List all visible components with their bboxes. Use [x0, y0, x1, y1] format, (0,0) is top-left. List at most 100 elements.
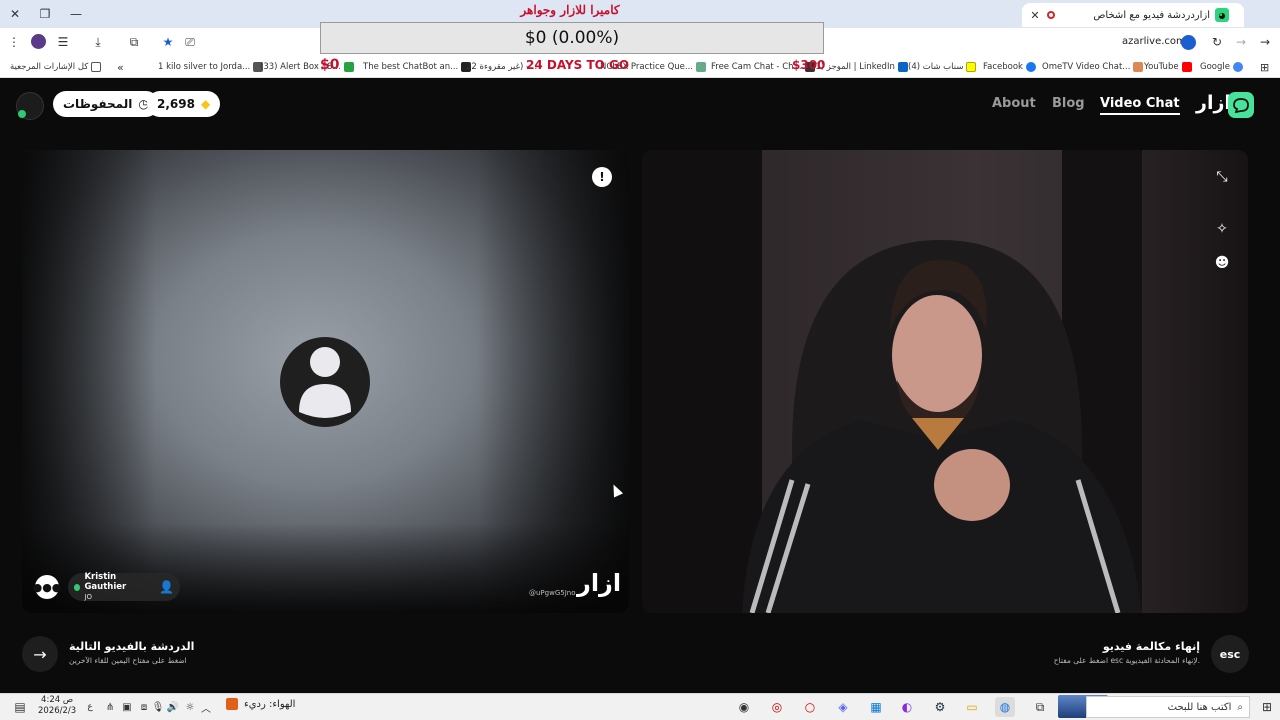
youtube-icon — [1181, 62, 1192, 72]
promo-progress-bar: $0 (0.00%) — [320, 22, 824, 54]
search-placeholder: اكتب هنا للبحث — [1167, 701, 1232, 713]
apps-grid-icon[interactable]: ⊞ — [1260, 58, 1269, 76]
site-info-icon[interactable] — [1181, 35, 1196, 50]
browser-tab-active[interactable]: ◕ أزاردردشة فيديو مع أشخاص ✕ — [1022, 3, 1244, 27]
saved-button[interactable]: المحفوظات ◷ — [53, 91, 159, 117]
bookmark-item[interactable]: (4) سناب شات — [908, 58, 977, 76]
peer-name: Kristin Gauthier — [84, 572, 127, 592]
bookmark-item[interactable]: YouTube — [1144, 58, 1192, 76]
promo-progress-text: $0 (0.00%) — [524, 28, 620, 48]
taskbar-search[interactable]: اكتب هنا للبحث ⌕ — [1086, 696, 1250, 718]
bookmark-item[interactable]: (33) Alert Box / S... — [260, 58, 354, 76]
bookmark-item[interactable]: Facebook — [983, 58, 1036, 76]
taskbar-clock[interactable]: 4:24 ص 2026/2/3 — [38, 695, 76, 717]
steam-app-icon[interactable]: ⚙ — [930, 697, 950, 717]
peer-info-card[interactable]: Kristin Gauthier JO 👤 — [68, 572, 180, 601]
face-sticker-icon[interactable]: ☻ — [1211, 252, 1233, 274]
chat-bubble-icon[interactable]: ●●● — [33, 575, 61, 599]
tab-title: أزاردردشة فيديو مع أشخاص — [1093, 9, 1210, 21]
report-icon[interactable]: ! — [592, 167, 612, 187]
nav-about[interactable]: About — [992, 96, 1036, 111]
close-window-icon[interactable]: ✕ — [5, 4, 25, 24]
next-chat-title: الدردشة بالفيديو التالية — [69, 640, 195, 653]
start-icon[interactable]: ⊞ — [1257, 697, 1277, 717]
bookmark-item[interactable]: OmeTV Video Chat... — [1042, 58, 1144, 76]
download-icon[interactable]: ⤓ — [88, 32, 108, 52]
next-chat-hint: اضغط على مفتاح اليمين للقاء الآخرين — [69, 656, 187, 665]
bookmark-item[interactable]: (1) الموجز | LinkedIn — [812, 58, 908, 76]
task-view-icon[interactable]: ⧉ — [1030, 697, 1050, 717]
all-bookmarks[interactable]: كل الإشارات المرجعية — [10, 58, 102, 76]
store-app-icon[interactable]: ▦ — [866, 697, 886, 717]
input-language[interactable]: ع — [80, 697, 100, 717]
online-status-icon — [18, 110, 26, 118]
extensions-icon[interactable]: ⧉ — [124, 32, 144, 52]
obs-app-icon[interactable]: ◉ — [734, 697, 754, 717]
restore-window-icon[interactable]: ❐ — [35, 4, 55, 24]
url-text[interactable]: azarlive.com — [1122, 36, 1186, 47]
close-tab-icon[interactable]: ✕ — [1028, 9, 1042, 22]
recorder-app-icon[interactable]: ◎ — [767, 697, 787, 717]
self-camera-feed — [642, 150, 1142, 613]
facebook-icon — [1025, 62, 1036, 72]
verified-icon — [74, 583, 81, 591]
bookmark-favicon-icon — [343, 62, 354, 72]
promo-right-amount: $300 — [792, 58, 826, 72]
weather-widget[interactable]: الهواء: رديء — [226, 698, 295, 710]
chrome-app-icon[interactable]: ◍ — [995, 697, 1015, 717]
google-icon — [1232, 62, 1243, 72]
search-icon: ⌕ — [1237, 701, 1243, 713]
next-chat-button[interactable]: → — [22, 636, 58, 672]
profile-avatar-icon[interactable] — [31, 34, 46, 49]
promo-left-amount: $0 — [320, 57, 340, 73]
more-menu-icon[interactable]: ⋮ — [4, 32, 24, 52]
azar-logo-icon[interactable] — [1228, 92, 1254, 118]
notifications-icon[interactable]: ▤ — [10, 697, 30, 717]
watermark-logo: ازار — [577, 569, 622, 597]
bookmark-item[interactable]: The best ChatBot an... — [363, 58, 472, 76]
minimize-window-icon[interactable]: — — [66, 4, 86, 24]
bookmark-item[interactable]: Google — [1200, 58, 1243, 76]
peer-country: JO — [84, 593, 93, 601]
peer-user-id: @uPgwG5Jno — [529, 589, 576, 597]
gems-button[interactable]: 2,698 ◆ — [147, 91, 221, 117]
reload-icon[interactable]: ↻ — [1207, 32, 1227, 52]
nav-blog[interactable]: Blog — [1052, 96, 1085, 111]
nav-video-chat[interactable]: Video Chat — [1100, 96, 1180, 115]
user-silhouette-icon — [299, 347, 351, 418]
back-icon[interactable]: → — [1255, 32, 1275, 52]
promo-days-left: 24 DAYS TO GO — [526, 58, 630, 72]
end-call-button[interactable]: esc — [1211, 635, 1249, 673]
azar-favicon-icon: ◕ — [1215, 8, 1229, 22]
self-video-pane — [642, 150, 1248, 613]
bookmark-favicon-icon — [1133, 62, 1144, 72]
air-quality-icon — [226, 698, 238, 710]
gem-icon: ◆ — [200, 97, 211, 111]
snapchat-icon — [966, 62, 977, 72]
tab-search-icon[interactable]: ☰ — [53, 32, 73, 52]
tray-chevron-icon[interactable]: ︿ — [196, 697, 216, 717]
magic-filter-icon[interactable]: ✧ — [1211, 218, 1233, 240]
recording-icon — [1047, 11, 1055, 19]
stream-app-icon[interactable]: ◐ — [897, 697, 917, 717]
site-logo-text[interactable]: ازار — [1196, 92, 1231, 114]
forward-icon[interactable]: → — [1231, 32, 1251, 52]
file-explorer-icon[interactable]: ▭ — [962, 697, 982, 717]
bookmark-star-icon[interactable]: ★ — [158, 32, 178, 52]
linkedin-icon — [897, 62, 908, 72]
bookmark-item[interactable]: 1 kilo silver to Jorda... — [158, 58, 264, 76]
bookmark-favicon-icon — [696, 62, 706, 72]
folder-icon — [91, 62, 102, 72]
opera-app-icon[interactable]: ○ — [800, 697, 820, 717]
user-avatar[interactable] — [16, 92, 44, 120]
discord-app-icon[interactable]: ◈ — [833, 697, 853, 717]
end-call-hint: اضغط على مفتاح esc لإنهاء المحادثة الفيد… — [1053, 656, 1200, 665]
arrow-right-icon: → — [33, 644, 47, 664]
cast-icon[interactable]: ⎚ — [180, 32, 200, 52]
profile-icon: 👤 — [159, 580, 174, 594]
end-call-title: إنهاء مكالمة فيديو — [1102, 640, 1200, 653]
promo-title: كاميرا للازار وجواهر — [520, 3, 620, 17]
bookmarks-overflow-icon[interactable]: « — [117, 58, 124, 76]
minimize-video-icon[interactable]: ⤡ — [1211, 166, 1233, 188]
peer-placeholder-avatar — [280, 337, 370, 427]
